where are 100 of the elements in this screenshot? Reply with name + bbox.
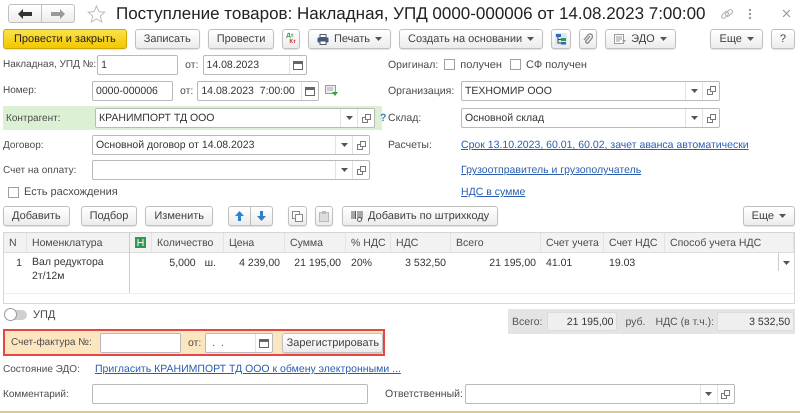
open-icon: [706, 114, 716, 122]
document-exchange-icon: [614, 34, 626, 44]
link-icon[interactable]: [720, 6, 734, 20]
column-icon[interactable]: [135, 237, 146, 248]
back-button[interactable]: [8, 4, 42, 23]
calendar-button[interactable]: [288, 56, 306, 74]
column-header[interactable]: Всего: [451, 233, 541, 253]
table-cell-text: 19.03: [608, 256, 636, 271]
open-button[interactable]: [352, 161, 369, 179]
toolbar-button[interactable]: ?: [770, 29, 795, 49]
more-icon[interactable]: [748, 8, 752, 20]
field-input[interactable]: ТЕХНОМИР ООО: [462, 82, 685, 100]
open-button[interactable]: [702, 109, 719, 127]
table-cell: Вал редуктора 2т/12м: [27, 253, 130, 293]
column-header[interactable]: Сумма: [285, 233, 346, 253]
star-icon[interactable]: [87, 4, 106, 22]
structure-button[interactable]: [551, 29, 572, 49]
column-header[interactable]: Способ учета НДС: [665, 233, 794, 253]
caret-icon: [660, 37, 667, 41]
field-input[interactable]: 3 532,50: [718, 313, 794, 330]
toolbar-button[interactable]: Провести и закрыть: [3, 29, 127, 49]
select-field[interactable]: Основной склад: [461, 108, 720, 128]
column-header[interactable]: Счет НДС: [604, 233, 665, 253]
checkbox[interactable]: Есть расхождения: [8, 186, 118, 198]
table-cell-text: 21 195,00: [488, 256, 537, 271]
attach-button[interactable]: [579, 29, 598, 49]
field-input[interactable]: 1: [98, 56, 178, 74]
toolbar-button[interactable]: Подбор: [80, 206, 138, 226]
open-icon: [356, 166, 366, 174]
caret-icon: [746, 37, 754, 41]
copy-icon: [292, 210, 303, 222]
column-header[interactable]: НДС: [391, 233, 451, 253]
calendar-icon: [292, 60, 302, 70]
toolbar-button[interactable]: Добавить: [3, 206, 70, 226]
field-input[interactable]: Основной договор от 14.08.2023: [93, 136, 335, 154]
print-button[interactable]: Печать: [308, 29, 392, 49]
open-button[interactable]: [357, 109, 374, 127]
column-header[interactable]: Количество: [152, 233, 224, 253]
open-button[interactable]: [352, 136, 369, 154]
calendar-icon: [259, 338, 270, 348]
field-label: Всего:: [512, 316, 542, 328]
unit-label: ш.: [204, 257, 216, 269]
date-field[interactable]: 14.08.2023: [202, 54, 306, 74]
arrow-down-icon: [257, 211, 266, 221]
field-label: Счет на оплату:: [3, 164, 78, 176]
column-header[interactable]: Номенклатура: [27, 233, 130, 253]
caret-icon: [690, 88, 698, 92]
date-field[interactable]: 14.08.2023 7:00:00: [197, 80, 320, 100]
field-input[interactable]: . .: [206, 334, 256, 352]
date-field[interactable]: . .: [205, 332, 274, 352]
field-input[interactable]: 0000-000006: [93, 82, 172, 100]
move-up-button[interactable]: [228, 206, 251, 226]
checkbox[interactable]: получен: [444, 58, 502, 70]
copy-button[interactable]: [288, 206, 307, 226]
toolbar-button[interactable]: Изменить: [145, 206, 213, 226]
barcode-button[interactable]: Добавить по штрихкоду: [342, 206, 498, 226]
column-header[interactable]: Счет учета: [541, 233, 604, 253]
open-button[interactable]: [702, 82, 719, 100]
select-field[interactable]: ТЕХНОМИР ООО: [461, 80, 720, 100]
column-header[interactable]: N: [4, 233, 27, 253]
arrow-up-icon: [235, 211, 244, 221]
clipboard-icon: [319, 210, 329, 222]
caret-icon: [705, 392, 712, 396]
select-field[interactable]: КРАНИМПОРТ ТД ООО: [95, 108, 375, 128]
menu-button[interactable]: Создать на основании: [399, 29, 544, 49]
field-input[interactable]: 21 195,00: [548, 313, 616, 330]
toolbar-button[interactable]: Записать: [134, 29, 200, 49]
caret-icon: [527, 37, 534, 41]
field-input[interactable]: 14.08.2023 7:00:00: [198, 82, 302, 100]
link[interactable]: НДС в сумме: [461, 186, 526, 198]
checkbox[interactable]: СФ получен: [510, 58, 587, 70]
field-label: Состояние ЭДО:: [3, 364, 81, 374]
field-label: Склад:: [388, 112, 422, 124]
menu-button[interactable]: Еще: [710, 29, 763, 49]
link[interactable]: Пригласить КРАНИМПОРТ ТД ООО к обмену электронными ...: [95, 363, 401, 375]
menu-button[interactable]: Еще: [742, 206, 795, 226]
select-field[interactable]: [464, 384, 735, 404]
field-input[interactable]: 14.08.2023: [204, 56, 288, 74]
menu-button[interactable]: ЭДО: [605, 29, 676, 49]
help-link[interactable]: ?: [380, 112, 386, 124]
caret-icon: [779, 214, 786, 218]
register-button[interactable]: Зарегистрировать: [282, 332, 384, 352]
move-down-button[interactable]: [251, 206, 273, 226]
field-label: Комментарий:: [3, 388, 70, 400]
table-cell-text: 4 239,00: [238, 256, 281, 271]
column-header[interactable]: Цена: [224, 233, 285, 253]
select-field[interactable]: [92, 160, 370, 180]
field-input[interactable]: КРАНИМПОРТ ТД ООО: [96, 109, 340, 127]
toolbar-button[interactable]: Провести: [208, 29, 274, 49]
close-icon[interactable]: [782, 9, 791, 18]
structure-icon: [555, 33, 568, 45]
column-header[interactable]: % НДС: [346, 233, 391, 253]
caret-icon: [340, 168, 348, 172]
link[interactable]: Грузоотправитель и грузополучатель: [461, 164, 642, 176]
link[interactable]: Срок 13.10.2023, 60.01, 60.02, зачет аванса автоматически: [461, 139, 749, 151]
toggle-switch[interactable]: УПД: [5, 308, 56, 322]
select-field[interactable]: Основной договор от 14.08.2023: [92, 135, 370, 155]
arrow-right-icon: [51, 8, 65, 18]
field-input[interactable]: Основной склад: [462, 109, 685, 127]
open-icon: [362, 114, 370, 122]
